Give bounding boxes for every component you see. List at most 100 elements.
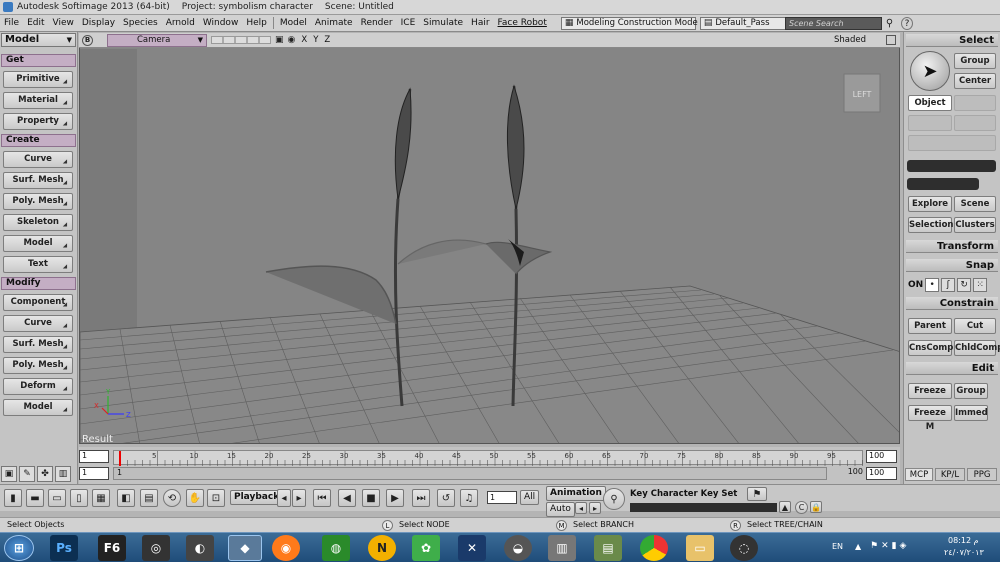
- property-button[interactable]: Property: [3, 113, 73, 130]
- loop-icon[interactable]: ↺: [437, 489, 455, 507]
- hand-icon[interactable]: ✋: [186, 489, 204, 507]
- stop-icon[interactable]: ■: [362, 489, 380, 507]
- current-frame-field[interactable]: 1: [487, 491, 517, 504]
- start-button[interactable]: ⊞: [4, 535, 34, 561]
- app-taskbar-icon-3[interactable]: ◍: [322, 535, 350, 561]
- material-button[interactable]: Material: [3, 92, 73, 109]
- shading-mode-menu[interactable]: Shaded: [834, 35, 866, 45]
- modify-curve-button[interactable]: Curve: [3, 315, 73, 332]
- freeze-button[interactable]: Freeze: [908, 383, 952, 399]
- app-taskbar-icon-9[interactable]: ◌: [730, 535, 758, 561]
- modify-model-button[interactable]: Model: [3, 399, 73, 416]
- create-surf-mesh-button[interactable]: Surf. Mesh: [3, 172, 73, 189]
- modify-surf-mesh-button[interactable]: Surf. Mesh: [3, 336, 73, 353]
- search-icon[interactable]: ⚲: [883, 17, 896, 30]
- range-start-field[interactable]: 1: [79, 467, 109, 480]
- prev-key-icon[interactable]: ◂: [277, 489, 291, 507]
- palette-icon[interactable]: ✤: [37, 466, 53, 482]
- animation-menu-button[interactable]: Animation: [546, 486, 606, 501]
- snap-curve-icon[interactable]: ʃ: [941, 277, 956, 292]
- last-frame-icon[interactable]: ⏭: [412, 489, 430, 507]
- tray-arrow-icon[interactable]: ▲: [855, 542, 861, 551]
- keyset-dropdown-icon[interactable]: ▲: [779, 501, 791, 513]
- eye-icon[interactable]: ◉: [288, 35, 296, 45]
- edit-header[interactable]: Edit: [906, 362, 998, 375]
- snap-header[interactable]: Snap: [906, 259, 998, 272]
- camera-dropdown[interactable]: Camera ▼: [107, 33, 207, 47]
- create-model-button[interactable]: Model: [3, 235, 73, 252]
- component-button[interactable]: Component: [3, 294, 73, 311]
- auto-key-button[interactable]: Auto: [546, 502, 575, 517]
- constrain-header[interactable]: Constrain: [906, 297, 998, 310]
- view-cube[interactable]: LEFT: [843, 73, 881, 113]
- clock-date[interactable]: ٢٤/٠٧/٢٠١٣: [944, 548, 984, 557]
- layout-1-icon[interactable]: ▮: [4, 489, 22, 507]
- axis-x-label[interactable]: X: [301, 35, 307, 45]
- all-button[interactable]: All: [520, 490, 540, 505]
- maximize-icon[interactable]: [886, 35, 896, 45]
- f6-taskbar-icon[interactable]: F6: [98, 535, 126, 561]
- tab-ppg[interactable]: PPG: [967, 468, 997, 481]
- nuke-taskbar-icon[interactable]: N: [368, 535, 396, 561]
- select-arrow-button[interactable]: ➤: [910, 51, 950, 91]
- selection-button[interactable]: Selection: [908, 217, 953, 233]
- create-curve-button[interactable]: Curve: [3, 151, 73, 168]
- app-taskbar-icon-4[interactable]: ✿: [412, 535, 440, 561]
- photoshop-taskbar-icon[interactable]: Ps: [50, 535, 78, 561]
- menu-animate[interactable]: Animate: [311, 18, 357, 28]
- lock-icon[interactable]: ⊡: [207, 489, 225, 507]
- axis-y-label[interactable]: Y: [313, 35, 318, 45]
- houdini-taskbar-icon[interactable]: ◉: [272, 535, 300, 561]
- prev-keyset-icon[interactable]: ◂: [575, 502, 587, 514]
- menu-model[interactable]: Model: [276, 18, 311, 28]
- chldcomp-button[interactable]: ChldComp: [954, 340, 1000, 356]
- primitive-button[interactable]: Primitive: [3, 71, 73, 88]
- toolbar-selector[interactable]: Model ▼: [1, 33, 76, 47]
- snap-on-toggle[interactable]: ON: [908, 280, 923, 290]
- menu-species[interactable]: Species: [119, 18, 162, 28]
- scene-button[interactable]: Scene: [954, 196, 996, 212]
- prev-frame-icon[interactable]: ◀: [338, 489, 356, 507]
- menu-view[interactable]: View: [49, 18, 78, 28]
- group-button[interactable]: Group: [954, 383, 988, 399]
- chrome-taskbar-icon[interactable]: [640, 535, 668, 561]
- construction-mode-dropdown[interactable]: ▦ Modeling Construction Mode ▼: [560, 16, 707, 30]
- menu-edit[interactable]: Edit: [23, 18, 48, 28]
- scene-search-input[interactable]: Scene Search: [785, 17, 882, 30]
- menu-file[interactable]: File: [0, 18, 23, 28]
- app-taskbar-icon-8[interactable]: ▤: [594, 535, 622, 561]
- play-icon[interactable]: ▶: [386, 489, 404, 507]
- camera-icon[interactable]: ▣: [275, 35, 284, 45]
- menu-hair[interactable]: Hair: [467, 18, 493, 28]
- tray-icons[interactable]: ⚑✕▮◈: [870, 541, 909, 551]
- explorer-taskbar-icon[interactable]: ▭: [686, 535, 714, 561]
- cnscomp-button[interactable]: CnsComp: [908, 340, 953, 356]
- deform-button[interactable]: Deform: [3, 378, 73, 395]
- layout-3-icon[interactable]: ▭: [48, 489, 66, 507]
- create-poly-mesh-button[interactable]: Poly. Mesh: [3, 193, 73, 210]
- menu-arnold[interactable]: Arnold: [162, 18, 199, 28]
- language-indicator[interactable]: EN: [832, 542, 843, 551]
- next-key-icon[interactable]: ▸: [292, 489, 306, 507]
- parent-button[interactable]: Parent: [908, 318, 952, 334]
- next-keyset-icon[interactable]: ▸: [589, 502, 601, 514]
- app-taskbar-icon-2[interactable]: ◐: [186, 535, 214, 561]
- viewport[interactable]: LEFT Y Z X Result: [79, 33, 900, 444]
- selection-field[interactable]: [907, 160, 996, 172]
- range-slider[interactable]: 1: [113, 467, 827, 480]
- playback-menu-button[interactable]: Playback: [230, 490, 284, 505]
- menu-simulate[interactable]: Simulate: [419, 18, 467, 28]
- help-icon[interactable]: ?: [901, 17, 913, 30]
- menu-window[interactable]: Window: [199, 18, 243, 28]
- key-search-icon[interactable]: ⚲: [603, 488, 625, 510]
- split-view-icon[interactable]: ▥: [55, 466, 71, 482]
- rotate-icon[interactable]: ⟲: [163, 489, 181, 507]
- clock-time[interactable]: 08:12 م: [948, 536, 979, 545]
- range-end-field[interactable]: 100: [866, 467, 897, 480]
- menu-help[interactable]: Help: [242, 18, 271, 28]
- object-button[interactable]: Object: [908, 95, 952, 111]
- snap-grid-icon[interactable]: ⁙: [973, 277, 988, 292]
- tab-mcp[interactable]: MCP: [905, 468, 933, 481]
- clear-key-icon[interactable]: C: [795, 501, 808, 514]
- skeleton-button[interactable]: Skeleton: [3, 214, 73, 231]
